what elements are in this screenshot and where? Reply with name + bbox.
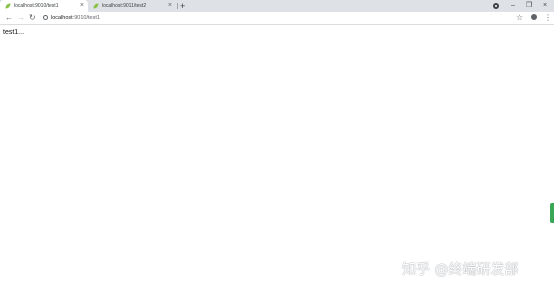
star-icon[interactable]: ☆ [516,13,523,22]
url-text[interactable]: localhost:9010/test1 [51,15,100,22]
close-window-icon[interactable]: × [540,1,550,11]
reload-icon[interactable]: ↻ [29,13,36,22]
tab-separator [177,3,178,9]
tab-test2[interactable]: localhost:9011/test2 × [88,0,176,12]
leaf-favicon-icon [5,3,11,9]
back-arrow-icon[interactable]: ← [5,13,13,22]
tab-title: localhost:9011/test2 [102,3,147,9]
url-path: :9010/test1 [72,15,100,21]
profile-icon[interactable] [531,14,537,20]
url-host: localhost [51,15,73,21]
leaf-favicon-icon [93,3,99,9]
close-tab-icon[interactable]: × [80,2,84,10]
plus-icon[interactable]: + [180,1,185,11]
tab-title: localhost:9010/test1 [14,3,59,9]
forward-arrow-icon[interactable]: → [17,13,25,22]
minimize-icon[interactable]: – [508,1,518,11]
record-icon[interactable] [493,3,499,9]
info-icon[interactable] [43,15,48,20]
kebab-menu-icon[interactable]: ⋮ [544,13,552,22]
tab-strip: localhost:9010/test1 × localhost:9011/te… [0,0,554,12]
page-body-text: test1... [3,29,25,36]
watermark: 知乎 @终端研发部 [402,262,519,278]
maximize-icon[interactable]: ❐ [524,1,534,11]
tab-test1[interactable]: localhost:9010/test1 × [0,0,88,12]
close-tab-icon[interactable]: × [168,2,172,10]
address-bar[interactable] [38,13,528,24]
page-content: test1... [0,26,554,294]
side-panel-handle[interactable] [550,203,554,223]
